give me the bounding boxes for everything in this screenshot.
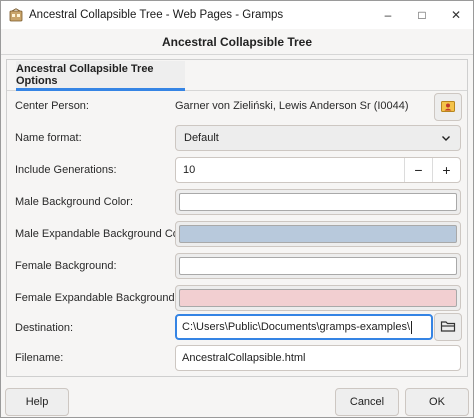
female-exp-bg-color-button[interactable]: [175, 285, 461, 311]
maximize-button[interactable]: □: [405, 1, 439, 29]
filename-value: AncestralCollapsible.html: [182, 352, 306, 364]
minimize-button[interactable]: –: [371, 1, 405, 29]
tab-ancestral-collapsible-tree-options[interactable]: Ancestral Collapsible Tree Options: [16, 61, 185, 89]
active-tab-indicator: [16, 88, 185, 91]
options-notebook: Ancestral Collapsible Tree Options Cente…: [6, 59, 468, 377]
filename-input[interactable]: AncestralCollapsible.html: [175, 345, 461, 371]
dialog-header: Ancestral Collapsible Tree: [1, 30, 473, 55]
female-exp-bg-color-swatch: [179, 289, 457, 307]
button-bar: Help Cancel OK: [1, 384, 473, 418]
generations-value[interactable]: 10: [176, 164, 404, 176]
male-exp-bg-color-swatch: [179, 225, 457, 243]
gramps-icon: [9, 8, 23, 22]
name-format-dropdown[interactable]: Default: [175, 125, 461, 151]
filename-label: Filename:: [15, 352, 64, 364]
close-button[interactable]: ✕: [439, 1, 473, 29]
help-button[interactable]: Help: [5, 388, 69, 416]
include-generations-label: Include Generations:: [15, 164, 117, 176]
decrement-button[interactable]: −: [404, 158, 432, 182]
female-exp-bg-label: Female Expandable Background:: [15, 292, 178, 304]
female-bg-color-swatch: [179, 257, 457, 275]
browse-folder-button[interactable]: [434, 313, 462, 341]
female-bg-label: Female Background:: [15, 260, 117, 272]
center-person-value: Garner von Zieliński, Lewis Anderson Sr …: [175, 100, 409, 112]
dialog-window: Ancestral Collapsible Tree - Web Pages -…: [0, 0, 474, 418]
female-bg-color-button[interactable]: [175, 253, 461, 279]
chevron-down-icon: [441, 133, 451, 143]
select-person-button[interactable]: [434, 93, 462, 121]
folder-open-icon: [440, 318, 456, 337]
destination-input[interactable]: C:\Users\Public\Documents\gramps-example…: [175, 314, 433, 340]
name-format-value: Default: [184, 132, 219, 144]
male-exp-bg-color-button[interactable]: [175, 221, 461, 247]
male-exp-bg-color-label: Male Expandable Background Color:: [15, 228, 195, 240]
male-bg-color-label: Male Background Color:: [15, 196, 134, 208]
increment-button[interactable]: +: [432, 158, 460, 182]
center-person-label: Center Person:: [15, 100, 89, 112]
text-caret: [411, 320, 413, 334]
title-bar: Ancestral Collapsible Tree - Web Pages -…: [1, 1, 473, 29]
destination-label: Destination:: [15, 322, 74, 334]
name-format-label: Name format:: [15, 132, 82, 144]
person-select-icon: [440, 98, 456, 117]
generations-spinner[interactable]: 10 − +: [175, 157, 461, 183]
window-controls: – □ ✕: [371, 1, 473, 29]
window-title: Ancestral Collapsible Tree - Web Pages -…: [29, 9, 284, 21]
male-bg-color-swatch: [179, 193, 457, 211]
ok-button[interactable]: OK: [405, 388, 469, 416]
destination-value: C:\Users\Public\Documents\gramps-example…: [182, 321, 411, 333]
male-bg-color-button[interactable]: [175, 189, 461, 215]
cancel-button[interactable]: Cancel: [335, 388, 399, 416]
